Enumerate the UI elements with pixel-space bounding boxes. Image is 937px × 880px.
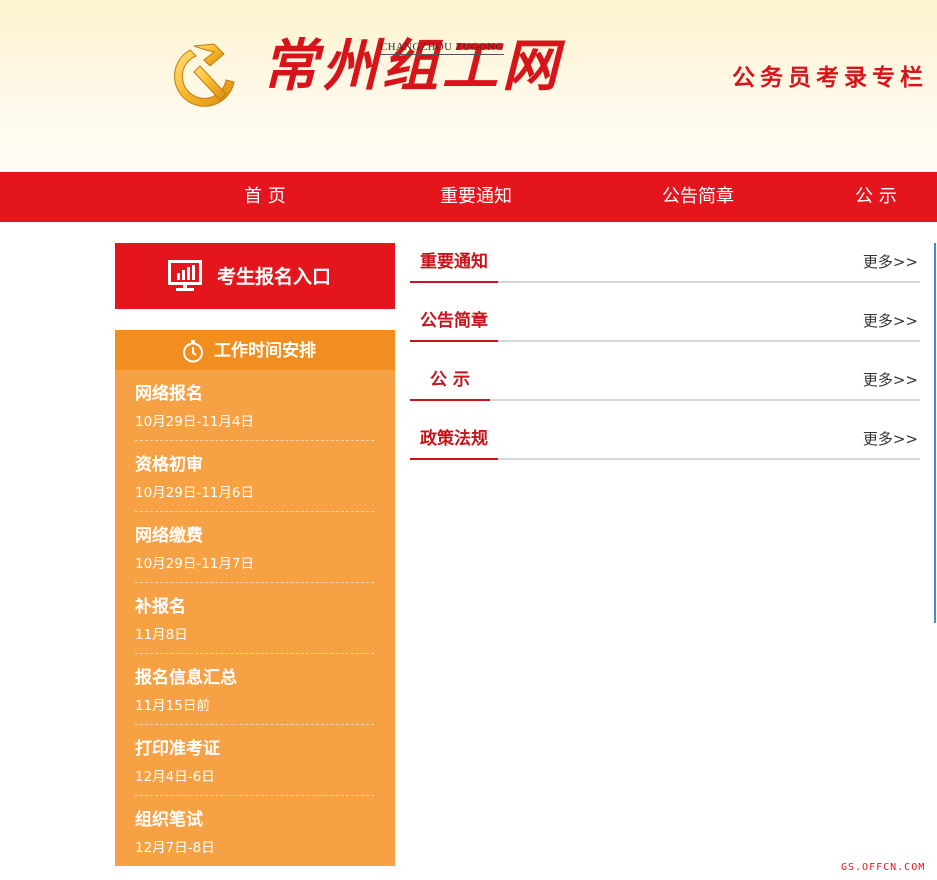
section-publicity: 公 示 更多>> — [410, 361, 920, 401]
signup-entry-button[interactable]: 考生报名入口 — [115, 243, 395, 309]
stopwatch-icon — [183, 340, 203, 363]
signup-entry-label: 考生报名入口 — [217, 266, 332, 288]
schedule-item-date: 10月29日-11月6日 — [135, 485, 254, 501]
section-title[interactable]: 重要通知 — [410, 243, 498, 283]
schedule-item: 打印准考证 12月4日-6日 — [135, 725, 374, 796]
schedule-panel: 工作时间安排 网络报名 10月29日-11月4日 资格初审 10月29日-11月… — [115, 330, 395, 866]
watermark: GS.OFFCN.COM — [841, 862, 926, 873]
section-title[interactable]: 政策法规 — [410, 420, 498, 460]
schedule-item: 组织笔试 12月7日-8日 — [135, 796, 374, 866]
schedule-title: 工作时间安排 — [214, 341, 316, 361]
schedule-item-name: 补报名 — [135, 597, 186, 617]
schedule-item-name: 资格初审 — [135, 455, 203, 475]
schedule-item: 网络报名 10月29日-11月4日 — [135, 370, 374, 441]
scrollbar-track[interactable] — [934, 243, 936, 623]
schedule-item: 资格初审 10月29日-11月6日 — [135, 441, 374, 512]
section-notices: 重要通知 更多>> — [410, 243, 920, 283]
schedule-header: 工作时间安排 — [115, 330, 395, 370]
header-slogan: 公务员考录专栏 — [732, 65, 928, 91]
schedule-item-name: 组织笔试 — [135, 810, 203, 830]
more-link[interactable]: 更多>> — [863, 420, 918, 458]
more-link[interactable]: 更多>> — [863, 302, 918, 340]
schedule-item-date: 11月8日 — [135, 627, 188, 643]
schedule-item-name: 网络缴费 — [135, 526, 203, 546]
nav-item-notices[interactable]: 重要通知 — [440, 172, 512, 222]
site-header: 常州组工网 CHANGZHOU ZUGONG 公务员考录专栏 — [0, 0, 937, 172]
nav-item-publicity[interactable]: 公 示 — [855, 172, 897, 222]
schedule-item-date: 10月29日-11月7日 — [135, 556, 254, 572]
site-logo-subtitle: CHANGZHOU ZUGONG — [380, 41, 504, 55]
schedule-item-date: 12月7日-8日 — [135, 840, 215, 856]
schedule-item: 补报名 11月8日 — [135, 583, 374, 654]
schedule-item: 报名信息汇总 11月15日前 — [135, 654, 374, 725]
schedule-item-name: 报名信息汇总 — [135, 668, 237, 688]
chart-monitor-icon — [168, 260, 202, 291]
main-nav: 首 页 重要通知 公告简章 公 示 — [0, 172, 937, 222]
more-link[interactable]: 更多>> — [863, 361, 918, 399]
schedule-item-date: 12月4日-6日 — [135, 769, 215, 785]
schedule-item-date: 10月29日-11月4日 — [135, 414, 254, 430]
section-policies: 政策法规 更多>> — [410, 420, 920, 460]
party-emblem-icon — [174, 43, 235, 107]
section-announcements: 公告简章 更多>> — [410, 302, 920, 342]
nav-item-announcements[interactable]: 公告简章 — [662, 172, 734, 222]
schedule-item-date: 11月15日前 — [135, 698, 210, 714]
schedule-item-name: 打印准考证 — [135, 739, 220, 759]
schedule-item-name: 网络报名 — [135, 384, 203, 404]
schedule-item: 网络缴费 10月29日-11月7日 — [135, 512, 374, 583]
nav-item-home[interactable]: 首 页 — [244, 172, 286, 222]
section-title[interactable]: 公告简章 — [410, 302, 498, 342]
more-link[interactable]: 更多>> — [863, 243, 918, 281]
section-title[interactable]: 公 示 — [410, 361, 490, 401]
